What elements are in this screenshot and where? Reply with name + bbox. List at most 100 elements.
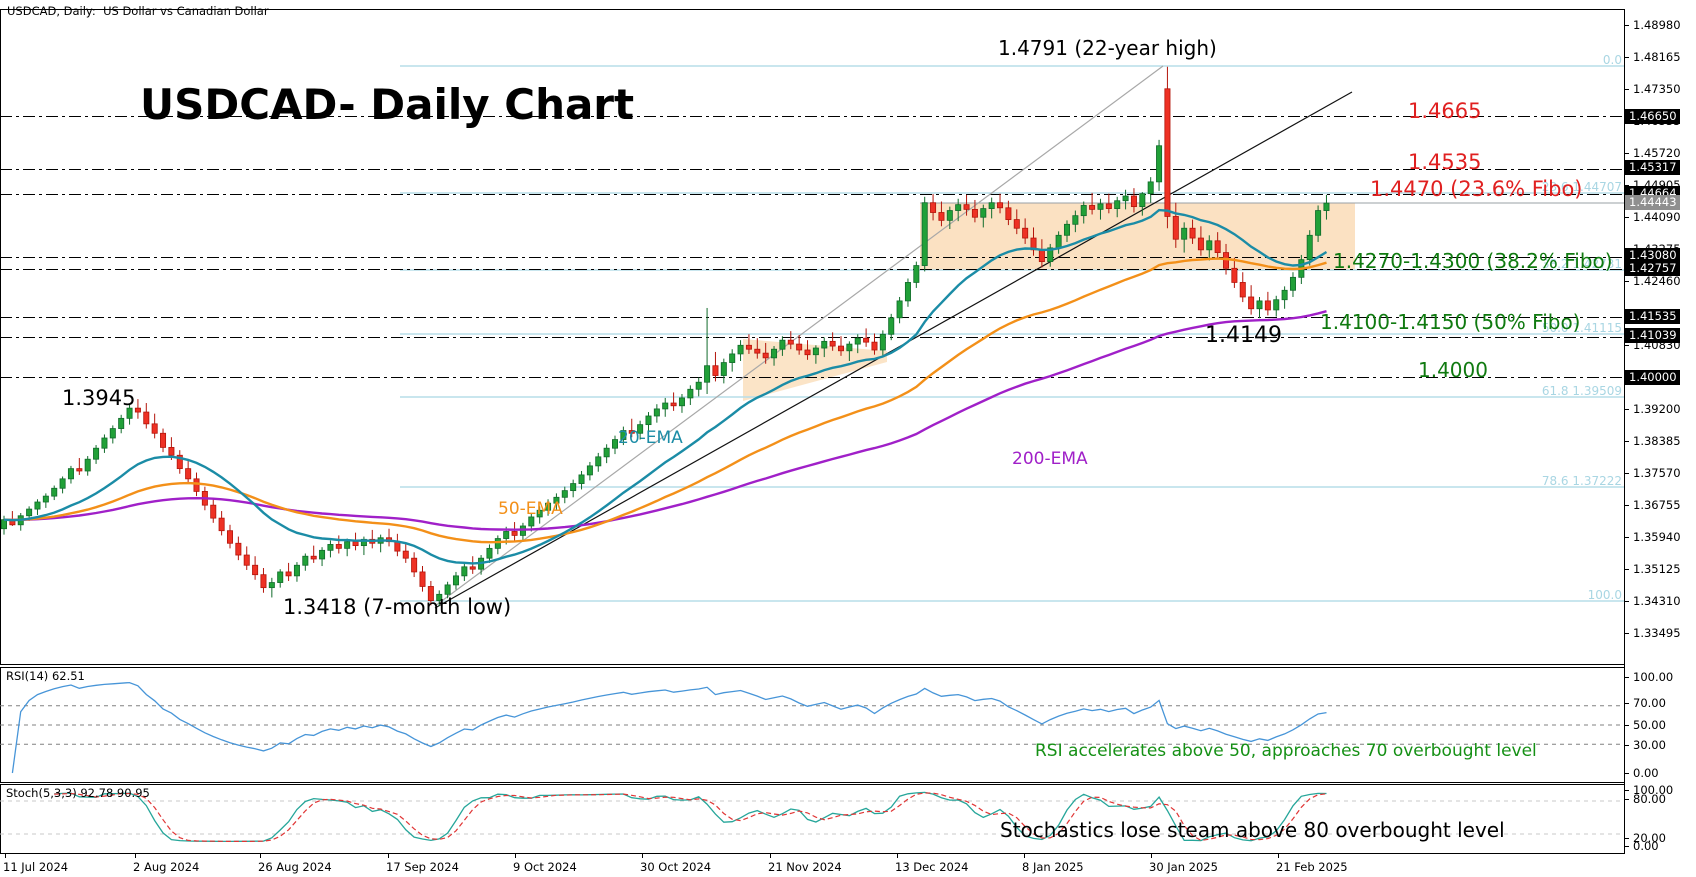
candle-body xyxy=(211,505,216,518)
candle-body xyxy=(52,488,57,496)
rsi-tick: 0.00 xyxy=(1633,766,1659,780)
candle-body xyxy=(688,389,693,398)
candle-body xyxy=(261,575,266,588)
rsi-tick: 100.00 xyxy=(1633,670,1673,684)
candle-body xyxy=(437,594,442,600)
candle-body xyxy=(1240,282,1245,297)
candle-body xyxy=(947,211,952,221)
candle-body xyxy=(1156,146,1161,182)
candle-body xyxy=(805,350,810,355)
candle-body xyxy=(127,408,132,418)
candle-body xyxy=(604,448,609,457)
candle-body xyxy=(311,556,316,559)
candle-body xyxy=(1131,196,1136,207)
candle-body xyxy=(1148,182,1153,194)
candle-body xyxy=(763,353,768,358)
candle-body xyxy=(453,576,458,585)
level-price-badge: 1.41535 xyxy=(1625,309,1680,324)
candle-body xyxy=(864,338,869,342)
rsi-tick: 70.00 xyxy=(1633,696,1666,710)
candle-body xyxy=(738,345,743,354)
candle-body xyxy=(1324,203,1329,210)
candle-body xyxy=(236,543,241,555)
candle-body xyxy=(830,341,835,346)
candle-body xyxy=(194,479,199,492)
candle-body xyxy=(169,447,174,455)
candle-body xyxy=(1064,224,1069,235)
candle-body xyxy=(1232,268,1237,282)
candle-body xyxy=(813,348,818,355)
candle-body xyxy=(1282,290,1287,299)
candle-body xyxy=(897,301,902,318)
candle-body xyxy=(1249,297,1254,309)
candle-body xyxy=(847,344,852,351)
candle-body xyxy=(989,203,994,209)
candle-body xyxy=(721,363,726,376)
price-tick: 1.35940 xyxy=(1633,530,1681,544)
candle-body xyxy=(1098,204,1103,209)
candle-body xyxy=(504,531,509,538)
price-tick: 1.48980 xyxy=(1633,18,1681,32)
candle-body xyxy=(1106,204,1111,209)
candle-body xyxy=(981,209,986,218)
chart-window: 1.489801.481651.473501.465351.457201.449… xyxy=(0,0,1696,877)
candle-body xyxy=(880,334,885,350)
candle-body xyxy=(1307,235,1312,259)
candle-body xyxy=(562,491,567,498)
candle-body xyxy=(1115,201,1120,209)
candle-body xyxy=(278,572,283,583)
price-tick: 1.48165 xyxy=(1633,50,1681,64)
candle-body xyxy=(1165,89,1170,217)
candle-body xyxy=(286,572,291,576)
price-tick: 1.45720 xyxy=(1633,146,1681,160)
price-tick: 1.36755 xyxy=(1633,498,1681,512)
price-tick: 1.47350 xyxy=(1633,82,1681,96)
candle-body xyxy=(1190,228,1195,238)
candle-body xyxy=(1182,228,1187,239)
candle-body xyxy=(319,550,324,559)
candle-body xyxy=(1140,194,1145,207)
price-tick: 1.44090 xyxy=(1633,210,1681,224)
date-label: 11 Jul 2024 xyxy=(3,860,68,874)
rsi-tick: 30.00 xyxy=(1633,738,1666,752)
candle-body xyxy=(462,567,467,576)
candle-body xyxy=(1198,238,1203,250)
candle-body xyxy=(537,510,542,517)
candle-body xyxy=(110,429,115,438)
date-label: 30 Jan 2025 xyxy=(1149,860,1218,874)
candle-body xyxy=(1,520,6,529)
candle-body xyxy=(102,438,107,448)
candle-body xyxy=(160,433,165,447)
candle-body xyxy=(780,340,785,349)
chart-canvas[interactable]: 1.489801.481651.473501.465351.457201.449… xyxy=(0,0,1696,877)
candle-body xyxy=(679,398,684,406)
candle-body xyxy=(587,466,592,475)
candle-body xyxy=(253,565,258,574)
candle-body xyxy=(838,346,843,351)
candle-body xyxy=(144,412,149,424)
candle-body xyxy=(1023,228,1028,238)
candle-body xyxy=(972,209,977,217)
candle-body xyxy=(77,469,82,471)
level-price-badge: 1.46650 xyxy=(1625,109,1680,124)
candle-body xyxy=(1006,208,1011,220)
candle-body xyxy=(579,475,584,484)
candle-body xyxy=(855,338,860,344)
price-tick: 1.42460 xyxy=(1633,274,1681,288)
price-tick: 1.37570 xyxy=(1633,466,1681,480)
level-price-badge: 1.45317 xyxy=(1625,160,1680,175)
candle-body xyxy=(152,424,157,433)
price-tick: 1.33495 xyxy=(1633,626,1681,640)
date-label: 17 Sep 2024 xyxy=(386,860,459,874)
candle-body xyxy=(696,382,701,389)
candle-body xyxy=(93,448,98,459)
candle-body xyxy=(638,425,643,434)
candle-body xyxy=(1056,235,1061,248)
candle-body xyxy=(1315,211,1320,236)
candle-body xyxy=(244,555,249,565)
stoch-tick: 80.00 xyxy=(1633,792,1666,806)
price-tick: 1.34310 xyxy=(1633,594,1681,608)
candle-body xyxy=(922,203,927,266)
candle-body xyxy=(822,341,827,348)
candle-body xyxy=(1265,301,1270,310)
